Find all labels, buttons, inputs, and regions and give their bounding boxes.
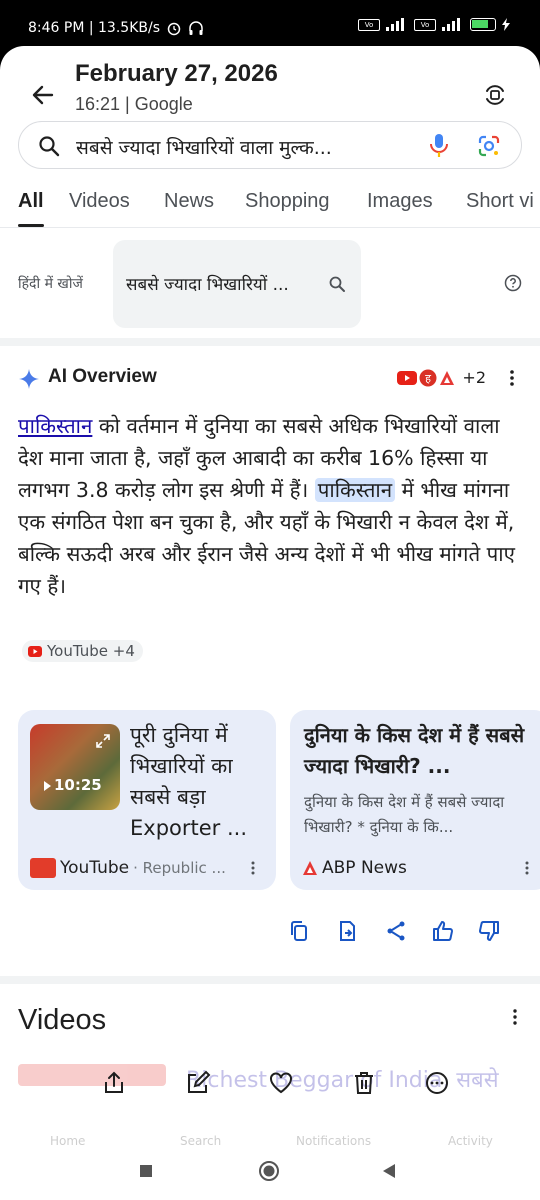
hindi-chip-text: सबसे ज्यादा भिखारियों ... — [126, 275, 289, 295]
signal-icon-2 — [442, 18, 460, 31]
hindi-search-row: हिंदी में खोजें सबसे ज्यादा भिखारियों ..… — [0, 228, 540, 338]
page-subtitle: 16:21 | Google — [75, 94, 193, 114]
system-nav-bar — [0, 1154, 540, 1200]
google-lens-icon[interactable] — [477, 134, 501, 158]
copy-icon[interactable] — [287, 919, 311, 943]
headphones-icon — [189, 21, 203, 35]
volte-icon: Vo — [358, 18, 380, 31]
video-duration: 10:25 — [54, 776, 102, 794]
ai-overview-title: AI Overview — [48, 366, 157, 387]
more-options-icon[interactable] — [250, 860, 256, 876]
expand-icon — [96, 734, 110, 748]
nav-home: Home — [50, 1134, 86, 1148]
browser-screen: February 27, 2026 16:21 | Google सबसे ज्… — [0, 46, 540, 1200]
signal-icon — [386, 18, 404, 31]
more-options-icon[interactable] — [524, 860, 530, 876]
hindi-news-icon: ह — [419, 369, 437, 386]
microphone-icon[interactable] — [429, 133, 449, 159]
status-time: 8:46 PM | 13.5KB/s — [28, 20, 160, 36]
pakistan-highlight[interactable]: पाकिस्तान — [314, 478, 396, 502]
svg-text:ह: ह — [425, 372, 431, 385]
nav-notifications: Notifications — [296, 1134, 372, 1148]
card-footer: ABP News — [302, 858, 538, 878]
more-icon[interactable] — [424, 1070, 450, 1096]
volte-icon-2: Vo — [414, 18, 436, 31]
edit-icon[interactable] — [185, 1070, 211, 1096]
tab-images[interactable]: Images — [367, 190, 433, 213]
ai-overview-header: AI Overview ह +2 — [18, 364, 522, 394]
bottom-toolbar — [0, 1070, 540, 1110]
charging-icon — [502, 18, 510, 31]
section-divider — [0, 338, 540, 346]
ai-overview-actions — [0, 919, 540, 949]
tab-news[interactable]: News — [164, 190, 214, 213]
source-chip[interactable]: YouTube +4 — [22, 640, 143, 662]
abp-news-icon — [303, 861, 317, 875]
search-icon — [39, 136, 60, 157]
card-title[interactable]: दुनिया के किस देश में हैं सबसे ज्यादा भि… — [304, 720, 534, 782]
tab-videos[interactable]: Videos — [69, 190, 130, 213]
abp-news-icon — [440, 370, 455, 385]
active-tab-indicator — [18, 224, 44, 227]
video-thumbnail[interactable]: 10:25 — [30, 724, 120, 810]
ai-overview-text: पाकिस्तान को वर्तमान में दुनिया का सबसे … — [18, 410, 528, 602]
source-icons[interactable]: ह +2 — [397, 368, 486, 387]
back-icon[interactable] — [381, 1163, 397, 1179]
tab-all[interactable]: All — [18, 190, 44, 213]
card-footer: YouTube · Republic ... — [30, 858, 264, 878]
back-arrow-icon[interactable] — [30, 82, 56, 108]
thumbs-down-icon[interactable] — [477, 919, 501, 943]
battery-icon — [470, 18, 496, 31]
section-divider — [0, 976, 540, 984]
source-count: +2 — [462, 368, 486, 387]
tab-shopping[interactable]: Shopping — [245, 190, 330, 213]
hindi-search-chip[interactable]: सबसे ज्यादा भिखारियों ... — [113, 240, 361, 328]
card-source: YouTube — [60, 858, 130, 878]
more-options-icon[interactable] — [506, 368, 518, 388]
card-source: ABP News — [322, 858, 407, 878]
help-icon[interactable] — [504, 274, 522, 292]
nav-activity: Activity — [448, 1134, 493, 1148]
share-upload-icon[interactable] — [101, 1070, 127, 1096]
export-doc-icon[interactable] — [335, 919, 359, 943]
video-card[interactable]: 10:25 पूरी दुनिया में भिखारियों का सबसे … — [18, 710, 276, 890]
rotate-screen-icon[interactable] — [482, 82, 508, 108]
card-meta: · Republic ... — [133, 859, 226, 877]
videos-section-title: Videos — [18, 1004, 107, 1036]
search-box[interactable]: सबसे ज्यादा भिखारियों वाला मुल्क... — [18, 121, 522, 169]
search-query[interactable]: सबसे ज्यादा भिखारियों वाला मुल्क... — [76, 134, 332, 160]
hindi-search-label: हिंदी में खोजें — [18, 276, 83, 292]
card-title[interactable]: पूरी दुनिया में भिखारियों का सबसे बड़ा E… — [130, 720, 270, 844]
nav-search: Search — [180, 1134, 222, 1148]
delete-icon[interactable] — [351, 1070, 377, 1096]
article-card[interactable]: दुनिया के किस देश में हैं सबसे ज्यादा भि… — [290, 710, 540, 890]
search-icon — [329, 276, 345, 292]
page-date: February 27, 2026 — [75, 60, 278, 87]
tab-short-videos[interactable]: Short vi — [466, 190, 534, 213]
share-icon[interactable] — [384, 919, 408, 943]
republic-logo-icon — [30, 858, 56, 878]
more-options-icon[interactable] — [512, 1008, 518, 1026]
play-icon — [44, 781, 51, 791]
youtube-icon — [397, 370, 418, 385]
youtube-icon — [28, 645, 42, 657]
favorite-icon[interactable] — [268, 1070, 294, 1096]
home-icon[interactable] — [258, 1160, 280, 1182]
source-chip-label: YouTube +4 — [47, 642, 135, 660]
card-description: दुनिया के किस देश में हैं सबसे ज्यादा भि… — [304, 793, 505, 836]
alarm-icon — [167, 22, 181, 36]
thumbs-up-icon[interactable] — [431, 919, 455, 943]
gemini-sparkle-icon — [19, 369, 39, 389]
pakistan-link[interactable]: पाकिस्तान — [18, 414, 92, 438]
recents-icon[interactable] — [139, 1164, 153, 1178]
search-tabs: All Videos News Shopping Images Short vi — [0, 184, 540, 228]
status-bar: 8:46 PM | 13.5KB/s Vo Vo — [0, 0, 540, 50]
